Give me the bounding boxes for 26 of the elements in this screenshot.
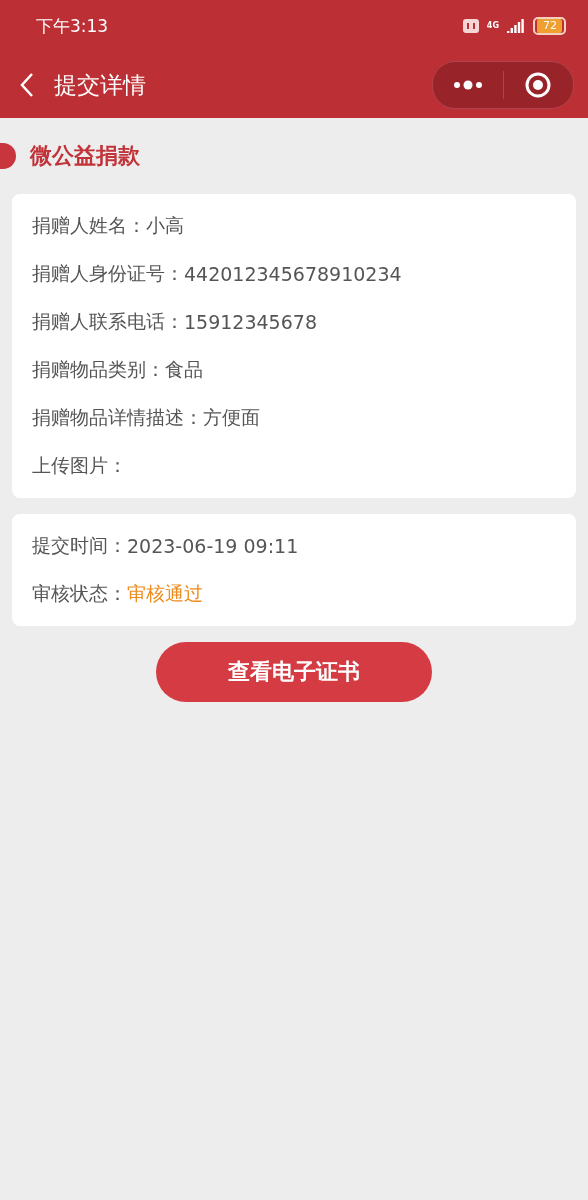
field-label: 上传图片： (32, 453, 127, 478)
field-label: 捐赠人联系电话： (32, 309, 184, 334)
signal-icon (507, 19, 525, 33)
field-label: 捐赠人姓名： (32, 213, 146, 238)
field-label: 捐赠物品类别： (32, 357, 165, 382)
field-value: 15912345678 (184, 311, 317, 333)
close-icon[interactable] (525, 72, 552, 98)
section-title: 微公益捐款 (30, 142, 140, 170)
field-value: 442012345678910234 (184, 263, 402, 285)
field-value: 食品 (165, 357, 203, 382)
field-label: 捐赠物品详情描述： (32, 405, 203, 430)
field-value: 2023-06-19 09:11 (127, 535, 299, 557)
field-label: 捐赠人身份证号： (32, 261, 184, 286)
back-icon[interactable] (20, 72, 34, 98)
field-label: 提交时间： (32, 533, 127, 558)
field-label: 审核状态： (32, 581, 127, 606)
battery-level: 72 (537, 19, 562, 33)
section-marker (0, 143, 16, 169)
more-icon[interactable] (452, 80, 483, 90)
page-title: 提交详情 (54, 70, 147, 100)
status-value: 审核通过 (127, 581, 203, 606)
network-label: 4G (486, 22, 499, 30)
field-value: 小高 (146, 213, 184, 238)
field-value: 方便面 (203, 405, 260, 430)
certificate-button[interactable]: 查看电子证书 (156, 642, 432, 702)
status-time: 下午3:13 (36, 14, 110, 38)
